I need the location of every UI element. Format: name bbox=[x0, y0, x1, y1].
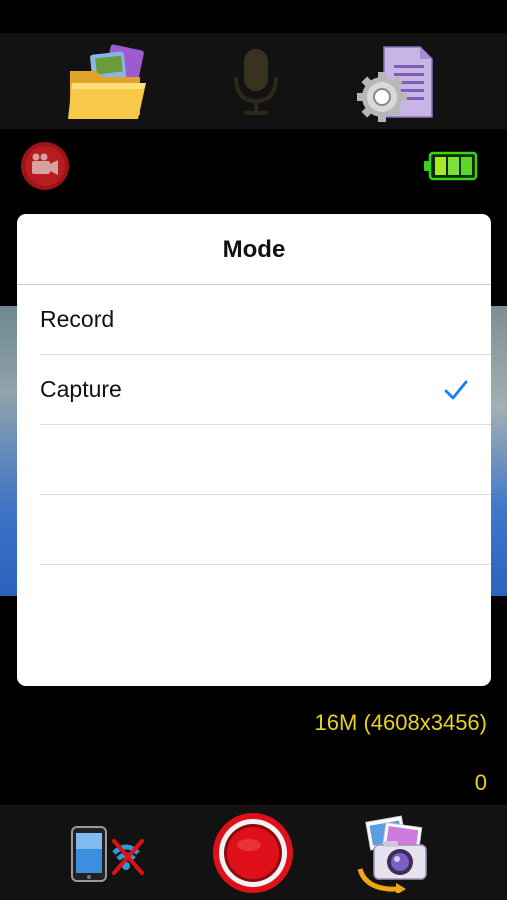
mode-option-capture[interactable]: Capture bbox=[40, 355, 491, 425]
mode-option-label: Capture bbox=[40, 376, 122, 402]
mode-option-empty[interactable] bbox=[40, 495, 491, 565]
phone-wifi-off-icon[interactable] bbox=[68, 825, 152, 885]
resolution-label[interactable]: 16M (4608x3456) bbox=[315, 710, 487, 736]
mode-option-label: Record bbox=[40, 306, 115, 332]
camera-preview-edge-right bbox=[490, 306, 507, 596]
battery-icon bbox=[424, 151, 478, 181]
record-shutter-button[interactable] bbox=[211, 811, 295, 895]
mode-option-empty[interactable] bbox=[40, 425, 491, 495]
capture-count: 0 bbox=[474, 770, 487, 795]
camera-preview-edge-left bbox=[0, 306, 17, 596]
microphone-icon[interactable] bbox=[214, 43, 298, 123]
mode-dialog-title: Mode bbox=[17, 214, 491, 285]
folder-gallery-icon[interactable] bbox=[66, 43, 150, 123]
top-toolbar bbox=[0, 33, 507, 129]
video-camera-icon[interactable] bbox=[20, 141, 70, 191]
settings-document-icon[interactable] bbox=[354, 43, 438, 123]
photo-switch-icon[interactable] bbox=[356, 815, 442, 895]
bottom-toolbar bbox=[0, 805, 507, 900]
mode-dialog: Mode Record Capture bbox=[17, 214, 491, 686]
camera-app-screen: Mode Record Capture 16M (4608x3456) 0 bbox=[0, 0, 507, 900]
mode-option-record[interactable]: Record bbox=[40, 285, 491, 355]
checkmark-icon bbox=[443, 377, 469, 403]
mode-option-empty[interactable] bbox=[40, 565, 491, 634]
